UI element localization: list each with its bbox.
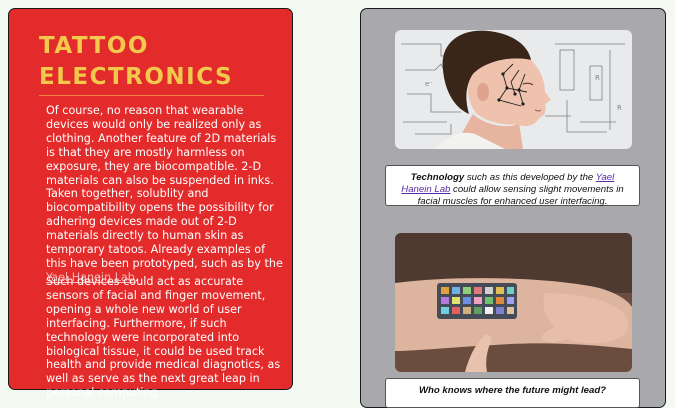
svg-text:R: R [617,104,622,112]
paragraph-2: Such devices could act as accurate senso… [46,275,281,400]
paragraph-1: Of course, no reason that wearable devic… [46,104,286,285]
arm-display-photo [395,233,632,372]
title-divider [39,95,264,96]
face-tattoo-photo: e⁻ΣRR [395,30,632,149]
caption-1-bold: Technology [410,172,465,183]
svg-text:e⁻: e⁻ [425,80,433,88]
page-title: TATTOO ELECTRONICS [39,31,233,93]
caption-1-pre: such as this developed by the [464,172,596,183]
paragraph-1-text: Of course, no reason that wearable devic… [46,104,283,270]
arm-photo-caption: Who knows where the future might lead? [385,378,640,408]
article-card: TATTOO ELECTRONICS Of course, no reason t… [8,8,293,399]
title-line-2: ELECTRONICS [39,64,234,90]
face-photo-caption: Technology such as this developed by the… [385,165,640,207]
image-sidebar: e⁻ΣRR Technology such as this developed … [360,8,666,408]
svg-text:R: R [595,74,600,82]
title-line-1: TATTOO [39,33,149,59]
